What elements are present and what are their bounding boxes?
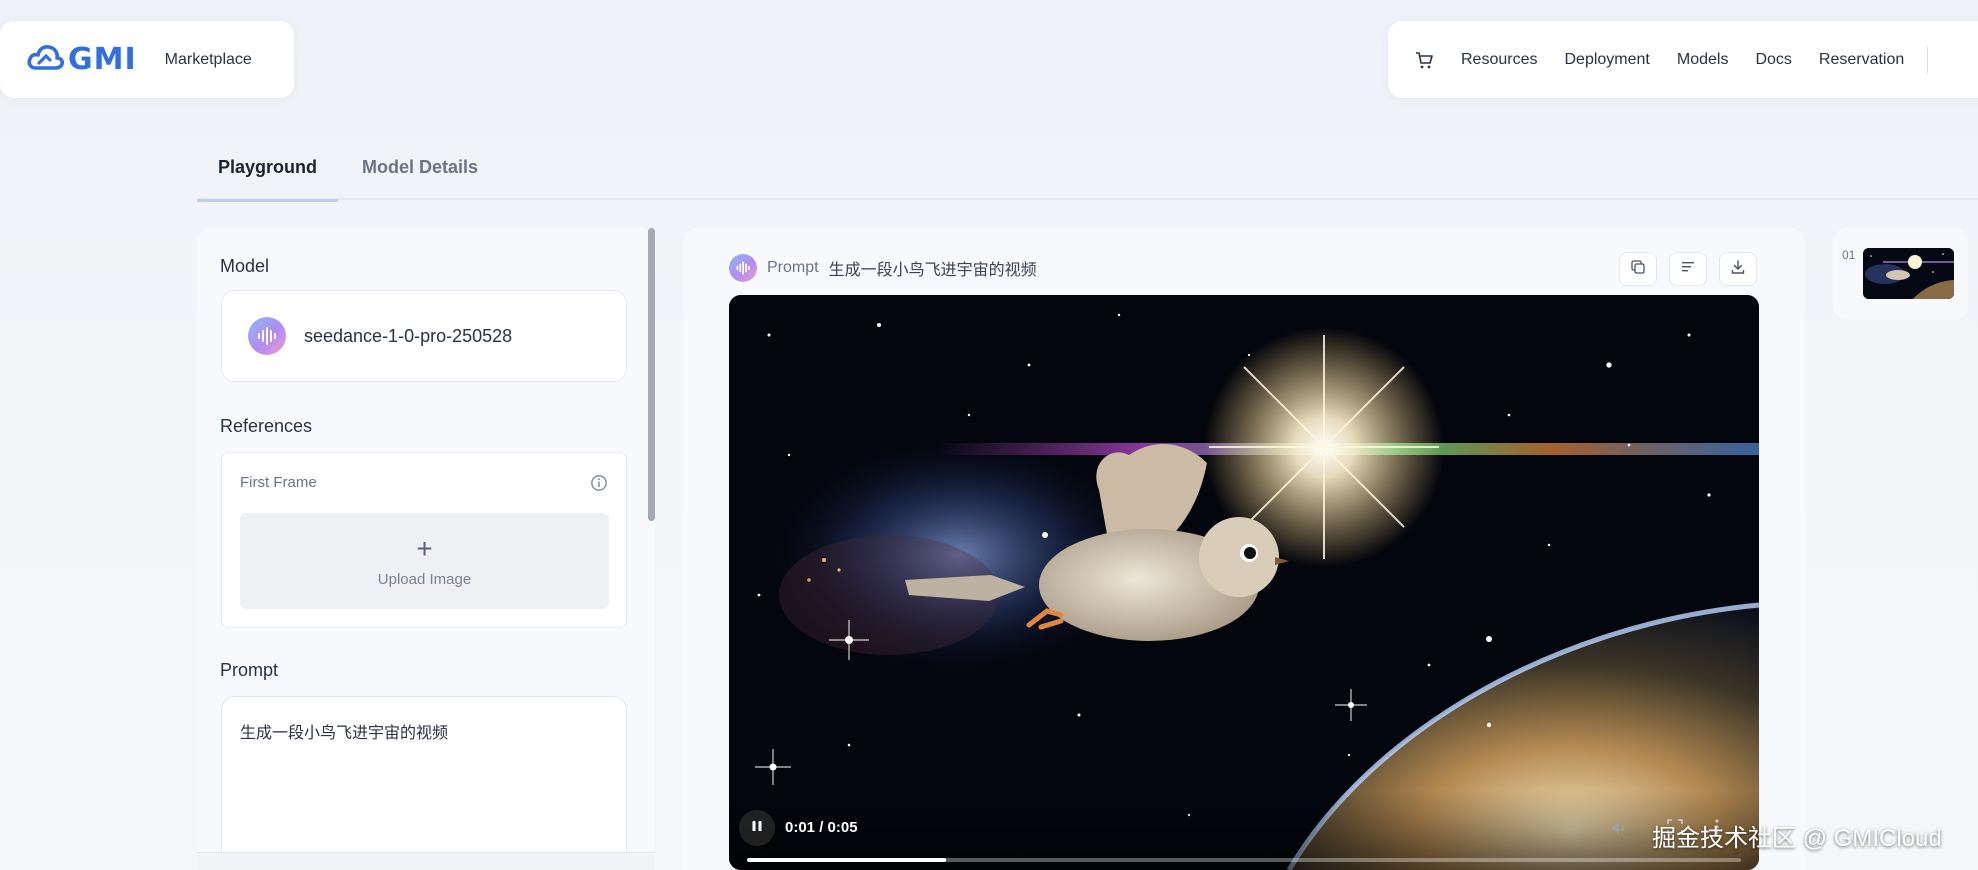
- thumb-index: 01: [1842, 248, 1856, 262]
- result-prompt-header: Prompt 生成一段小鸟飞进宇宙的视频: [729, 254, 1037, 282]
- audio-wave-icon: [248, 317, 286, 355]
- page: GMI Marketplace Resources Deployment Mod…: [0, 0, 1978, 870]
- copy-icon: [1630, 259, 1646, 280]
- model-label: Model: [220, 256, 270, 276]
- tab-bar: Playground Model Details: [197, 135, 1978, 202]
- cart-icon[interactable]: [1414, 50, 1434, 70]
- nav-resources[interactable]: Resources: [1461, 51, 1537, 69]
- download-icon: [1730, 259, 1746, 280]
- cloud-logo-icon: [26, 42, 65, 77]
- tab-model-details[interactable]: Model Details: [341, 135, 499, 200]
- result-prompt-text: 生成一段小鸟飞进宇宙的视频: [828, 262, 1037, 279]
- upload-image-button[interactable]: + Upload Image: [240, 513, 609, 609]
- top-nav: Resources Deployment Models Docs Reserva…: [1388, 21, 1978, 98]
- model-name: seedance-1-0-pro-250528: [304, 325, 513, 346]
- nav-deployment[interactable]: Deployment: [1564, 51, 1649, 69]
- prompt-label: Prompt: [220, 660, 279, 680]
- first-frame-card: First Frame + Upload Image: [221, 452, 627, 628]
- logo[interactable]: GMI: [26, 42, 137, 77]
- video-progress-bar[interactable]: [747, 858, 1741, 862]
- prompt-input[interactable]: 生成一段小鸟飞进宇宙的视频: [221, 696, 627, 870]
- model-selector[interactable]: seedance-1-0-pro-250528: [221, 290, 627, 382]
- volume-icon[interactable]: [1609, 818, 1629, 843]
- logo-text: GMI: [68, 42, 137, 77]
- pause-icon: [750, 819, 764, 838]
- download-button[interactable]: [1719, 252, 1757, 286]
- text-align-button[interactable]: [1669, 252, 1707, 286]
- first-frame-label: First Frame: [240, 474, 317, 491]
- settings-panel: Model seedance-1-0-pro-250528 References…: [197, 228, 655, 870]
- settings-footer: [197, 852, 655, 870]
- video-frame: [729, 295, 1759, 870]
- plus-icon: +: [416, 532, 433, 564]
- text-align-icon: [1680, 259, 1696, 280]
- info-icon[interactable]: [590, 474, 608, 492]
- nav-models[interactable]: Models: [1677, 51, 1729, 69]
- history-thumbnail[interactable]: [1863, 248, 1954, 299]
- video-time: 0:01 / 0:05: [785, 819, 858, 836]
- history-panel: 01: [1833, 228, 1968, 320]
- video-player[interactable]: 0:01 / 0:05: [729, 295, 1759, 870]
- video-controls: 0:01 / 0:05: [729, 790, 1759, 870]
- settings-scrollbar[interactable]: [648, 228, 655, 521]
- result-panel: Prompt 生成一段小鸟飞进宇宙的视频 0:01 / 0:05: [683, 228, 1805, 870]
- prompt-tag: Prompt: [767, 259, 819, 276]
- references-label: References: [220, 416, 313, 436]
- nav-divider: [1927, 45, 1929, 74]
- copy-button[interactable]: [1619, 252, 1657, 286]
- nav-docs[interactable]: Docs: [1755, 51, 1791, 69]
- pause-button[interactable]: [739, 810, 775, 846]
- brand-card[interactable]: GMI Marketplace: [0, 21, 294, 98]
- nav-reservation[interactable]: Reservation: [1819, 51, 1904, 69]
- video-progress-fill: [747, 858, 946, 862]
- marketplace-label[interactable]: Marketplace: [165, 51, 252, 69]
- audio-wave-icon: [729, 254, 757, 282]
- watermark: 掘金技术社区 @ GMICloud: [1652, 825, 1942, 852]
- upload-image-label: Upload Image: [377, 570, 472, 588]
- tab-playground[interactable]: Playground: [197, 135, 339, 202]
